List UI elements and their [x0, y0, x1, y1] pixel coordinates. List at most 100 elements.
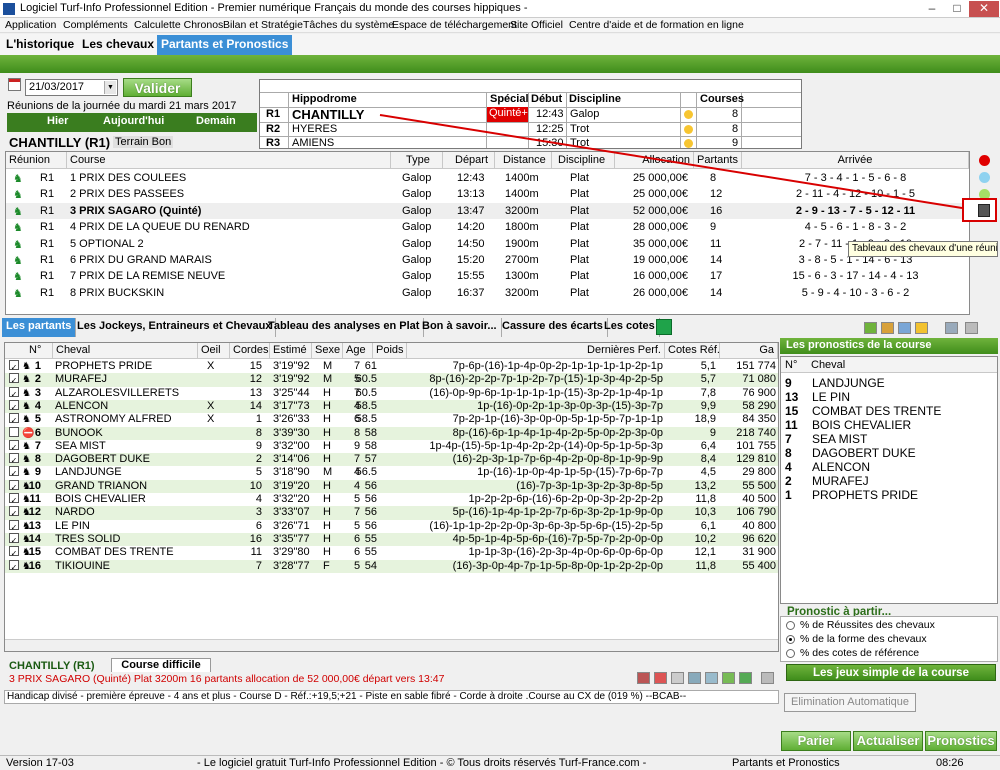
col-course[interactable]: Course: [67, 152, 391, 169]
tab-analyses[interactable]: Tableau des analyses en Plat: [264, 318, 425, 337]
partant-checkbox[interactable]: ✓: [9, 453, 19, 465]
col-cordes[interactable]: Cordes: [230, 343, 270, 359]
col-estime[interactable]: Estimé: [270, 343, 312, 359]
race-row[interactable]: ♞ R1 4 PRIX DE LA QUEUE DU RENARD Galop 14:2…: [6, 219, 969, 235]
col-age[interactable]: Age: [343, 343, 373, 359]
col-numero[interactable]: N°: [5, 343, 53, 359]
col-hippodrome[interactable]: Hippodrome: [292, 93, 357, 105]
tab-cotes[interactable]: Les cotes: [600, 318, 660, 337]
col-allocation[interactable]: Allocation: [615, 152, 694, 169]
hippodrome-row[interactable]: R2 HYERES 12:25 Trot 8: [260, 123, 801, 136]
tab-historique[interactable]: L'historique: [2, 35, 78, 55]
menu-bilan[interactable]: Bilan et Stratégie: [223, 19, 303, 31]
tab-chevaux[interactable]: Les chevaux: [78, 35, 158, 55]
col-pron-numero[interactable]: N°: [785, 359, 797, 371]
partant-row[interactable]: ✓ ♞ 8 DAGOBERT DUKE 2 3'14"06 H 7 57 (16)-2p-3p-1…: [5, 453, 778, 467]
partant-row[interactable]: ✓ ♞ 3 ALZAROLESVILLERETS 13 3'25"44 H 7 60.5 (16)…: [5, 386, 778, 400]
col-cotes[interactable]: Cotes Réf.: [665, 343, 720, 359]
partant-row[interactable]: ⛔ 6 BUNOOK 8 3'39"30 H 8 58 8p-(16)-6p-1p-4p-1p-…: [5, 426, 778, 440]
hier-button[interactable]: Hier: [47, 115, 68, 127]
race-row[interactable]: ♞ R1 1 PRIX DES COULEES Galop 12:43 1400m Plat…: [6, 170, 969, 186]
partant-checkbox[interactable]: [9, 426, 19, 437]
partant-checkbox[interactable]: ✓: [9, 439, 19, 452]
col-oeil[interactable]: Oeil: [198, 343, 230, 359]
horizontal-scrollbar[interactable]: [5, 639, 778, 651]
excel-icon[interactable]: [656, 319, 672, 335]
hippodrome-row[interactable]: R3 AMIENS 15:30 Trot 9: [260, 137, 801, 149]
race-row[interactable]: ♞ R1 8 PRIX BUCKSKIN Galop 16:37 3200m Plat 26 …: [6, 285, 969, 301]
partant-row[interactable]: ✓ ♞ 15 COMBAT DES TRENTE 11 3'29"80 H 6 55 1p-1p-…: [5, 546, 778, 559]
prono-row[interactable]: 8 DAGOBERT DUKE: [781, 446, 997, 460]
race-row[interactable]: ♞ R1 3 PRIX SAGARO (Quinté) Galop 13:47 3200m…: [6, 202, 969, 219]
tab-bon-a-savoir[interactable]: Bon à savoir...: [418, 318, 502, 337]
partant-checkbox[interactable]: ✓: [9, 386, 19, 399]
col-poids[interactable]: Poids: [373, 343, 407, 359]
maximize-button[interactable]: □: [945, 1, 969, 17]
actualiser-button[interactable]: Actualiser: [853, 731, 923, 751]
col-depart[interactable]: Départ: [443, 152, 495, 169]
partant-row[interactable]: ✓ ♞ 5 ASTRONOMY ALFRED X 1 3'26"33 H 6 58.5 7p-2p-…: [5, 413, 778, 426]
course-difficulty-tab[interactable]: Course difficile: [111, 658, 211, 672]
radio-reussites[interactable]: [786, 621, 795, 630]
partant-checkbox[interactable]: ✓: [9, 493, 19, 505]
partant-checkbox[interactable]: ✓: [9, 479, 19, 492]
col-type[interactable]: Type: [391, 152, 443, 169]
menu-complements[interactable]: Compléments: [63, 19, 128, 31]
partant-row[interactable]: ✓ ♞ 16 TIKIOUINE 7 3'28"77 F 5 54 (16)-3p-0p-4p-7…: [5, 559, 778, 573]
partant-row[interactable]: ✓ ♞ 10 GRAND TRIANON 10 3'19"20 H 4 56 (16)-7p-3p…: [5, 479, 778, 493]
partant-checkbox[interactable]: ✓: [9, 519, 19, 532]
partant-row[interactable]: ✓ ♞ 9 LANDJUNGE 5 3'18"90 M 4 56.5 1p-(16)-1p-0p-…: [5, 466, 778, 479]
partant-row[interactable]: ✓ ♞ 11 BOIS CHEVALIER 4 3'32"20 H 5 56 1p-2p-2p-6…: [5, 493, 778, 506]
tools-icon[interactable]: [945, 322, 958, 334]
partant-row[interactable]: ✓ ♞ 4 ALENCON X 14 3'17"73 H 4 58.5 1p-(16)-0p-2p-…: [5, 399, 778, 414]
race-row[interactable]: ♞ R1 5 OPTIONAL 2 Galop 14:50 1900m Plat 35 000…: [6, 236, 969, 252]
prono-row[interactable]: 2 MURAFEJ: [781, 474, 997, 488]
partant-row[interactable]: ✓ ♞ 2 MURAFEJ 12 3'19"92 M 5 60.5 8p-(16)-2p-2p-7…: [5, 373, 778, 387]
col-reunion[interactable]: Réunion: [6, 152, 67, 169]
settings-icon[interactable]: [965, 322, 978, 334]
export-icon[interactable]: [722, 672, 735, 684]
partant-checkbox[interactable]: ✓: [9, 360, 19, 372]
copy-small-icon[interactable]: [688, 672, 701, 684]
partant-row[interactable]: ✓ ♞ 14 TRES SOLID 16 3'35"77 H 6 55 4p-5p-1p-4p-5…: [5, 532, 778, 547]
col-discipline[interactable]: Discipline: [552, 152, 615, 169]
menu-telechargement[interactable]: Espace de téléchargement: [392, 19, 517, 31]
elimination-button[interactable]: Elimination Automatique: [784, 693, 916, 712]
partant-row[interactable]: ✓ ♞ 1 PROPHETS PRIDE X 15 3'19"92 M 7 61 7p-6p-(16…: [5, 360, 778, 373]
col-arrivee[interactable]: Arrivée: [742, 152, 969, 169]
partant-row[interactable]: ✓ ♞ 12 NARDO 3 3'33"07 H 7 56 5p-(16)-1p-4p-1p-2p…: [5, 506, 778, 520]
col-sexe[interactable]: Sexe: [312, 343, 343, 359]
prono-row[interactable]: 9 LANDJUNGE: [781, 376, 997, 390]
radio-cotes[interactable]: [786, 649, 795, 658]
close-button[interactable]: ✕: [969, 1, 999, 17]
prono-row[interactable]: 11 BOIS CHEVALIER: [781, 418, 997, 432]
menu-aide[interactable]: Centre d'aide et de formation en ligne: [569, 19, 744, 31]
find-icon[interactable]: [705, 672, 718, 684]
status-red-dot[interactable]: [979, 155, 990, 166]
partant-checkbox[interactable]: ✓: [9, 506, 19, 518]
aujourdhui-button[interactable]: Aujourd'hui: [103, 115, 164, 127]
copy-icon[interactable]: [881, 322, 894, 334]
tab-les-partants[interactable]: Les partants: [2, 318, 77, 337]
col-special[interactable]: Spécial: [490, 93, 529, 105]
partant-checkbox[interactable]: ✓: [9, 413, 19, 425]
date-picker[interactable]: 21/03/2017 ▼: [25, 79, 118, 96]
col-perf[interactable]: Dernières Perf.: [407, 343, 665, 359]
search-icon[interactable]: [671, 672, 684, 684]
status-blue-dot[interactable]: [979, 172, 990, 183]
col-discipline[interactable]: Discipline: [569, 93, 621, 105]
partant-checkbox[interactable]: ✓: [9, 532, 19, 545]
partant-row[interactable]: ✓ ♞ 13 LE PIN 6 3'26"71 H 5 56 (16)-1p-1p-2p-2p-0…: [5, 519, 778, 533]
pronostics-button[interactable]: Pronostics: [925, 731, 997, 751]
race-row[interactable]: ♞ R1 6 PRIX DU GRAND MARAIS Galop 15:20 2700m…: [6, 252, 969, 268]
col-debut[interactable]: Début: [531, 93, 562, 105]
race-row[interactable]: ♞ R1 2 PRIX DES PASSEES Galop 13:13 1400m Plat…: [6, 186, 969, 202]
demain-button[interactable]: Demain: [196, 115, 236, 127]
tab-jockeys[interactable]: Les Jockeys, Entraineurs et Chevaux: [73, 318, 277, 337]
menu-application[interactable]: Application: [5, 19, 56, 31]
col-distance[interactable]: Distance: [495, 152, 552, 169]
partant-row[interactable]: ✓ ♞ 7 SEA MIST 9 3'32"00 H 9 58 1p-4p-(15)-5p-1p-…: [5, 439, 778, 453]
menu-calculette[interactable]: Calculette Chronos: [134, 19, 223, 31]
refresh-icon[interactable]: [864, 322, 877, 334]
paste-icon[interactable]: [898, 322, 911, 334]
